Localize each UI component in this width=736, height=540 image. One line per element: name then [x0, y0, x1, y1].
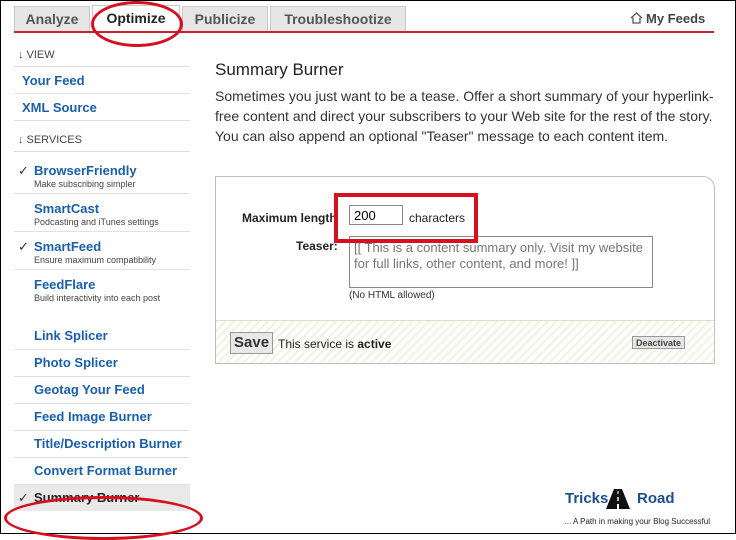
check-icon: ✓ — [18, 490, 29, 505]
sidebar-item-label: Title/Description Burner — [34, 436, 182, 451]
sidebar-item-smartcast[interactable]: SmartCast Podcasting and iTunes settings — [14, 194, 190, 232]
sidebar-item-label: Link Splicer — [34, 328, 108, 343]
sidebar-item-label: Geotag Your Feed — [34, 382, 145, 397]
sidebar-item-label: Convert Format Burner — [34, 463, 178, 478]
page-title: Summary Burner — [215, 60, 344, 79]
tab-underline — [14, 31, 714, 33]
sidebar-item-link-splicer[interactable]: Link Splicer — [14, 323, 190, 350]
watermark-brand-left: Tricks — [565, 490, 609, 507]
teaser-label: Teaser: — [296, 239, 338, 253]
settings-panel: Maximum length characters Teaser: (No HT… — [215, 176, 715, 364]
no-html-note: (No HTML allowed) — [349, 290, 435, 301]
check-icon: ✓ — [18, 239, 29, 254]
watermark-logo: Tricks Road ... A Path in making your Bl… — [535, 486, 715, 530]
sidebar-item-subtitle: Podcasting and iTunes settings — [34, 217, 159, 227]
sidebar-item-summary-burner[interactable]: ✓ Summary Burner — [14, 485, 190, 511]
sidebar-item-xml-source[interactable]: XML Source — [14, 94, 190, 121]
sidebar-item-label: XML Source — [22, 100, 97, 115]
house-icon — [630, 12, 643, 24]
max-length-input[interactable] — [349, 205, 403, 225]
service-status-value: active — [357, 337, 392, 351]
teaser-textarea[interactable] — [349, 236, 653, 288]
sidebar-item-convert-format-burner[interactable]: Convert Format Burner — [14, 458, 190, 485]
sidebar-item-your-feed[interactable]: Your Feed — [14, 67, 190, 94]
my-feeds-label: My Feeds — [646, 11, 706, 26]
services-section-heading: ↓ SERVICES — [14, 129, 190, 152]
sidebar-item-label: BrowserFriendly — [34, 163, 137, 178]
sidebar-item-label: SmartCast — [34, 201, 100, 216]
sidebar-item-title-description-burner[interactable]: Title/Description Burner — [14, 431, 190, 458]
sidebar-item-subtitle: Make subscribing simpler — [34, 179, 136, 189]
view-section-heading: ↓ VIEW — [14, 44, 190, 67]
sidebar-item-label: Summary Burner — [34, 490, 140, 505]
services-heading-label: SERVICES — [26, 134, 82, 146]
road-icon — [606, 489, 630, 509]
sidebar-item-browserfriendly[interactable]: ✓ BrowserFriendly Make subscribing simpl… — [14, 156, 190, 194]
sidebar-item-feed-image-burner[interactable]: Feed Image Burner — [14, 404, 190, 431]
my-feeds-link[interactable]: My Feeds — [630, 11, 705, 26]
arrow-down-icon: ↓ — [18, 134, 24, 146]
sidebar-item-label: Your Feed — [22, 73, 85, 88]
service-status: This service is active — [278, 337, 391, 351]
sidebar-item-smartfeed[interactable]: ✓ SmartFeed Ensure maximum compatibility — [14, 232, 190, 270]
view-heading-label: VIEW — [26, 49, 55, 61]
sidebar-item-feedflare[interactable]: FeedFlare Build interactivity into each … — [14, 270, 190, 307]
sidebar-item-label: SmartFeed — [34, 239, 102, 254]
sidebar-item-geotag[interactable]: Geotag Your Feed — [14, 377, 190, 404]
check-icon: ✓ — [18, 163, 29, 178]
sidebar-item-label: FeedFlare — [34, 277, 96, 292]
save-button[interactable]: Save — [230, 332, 274, 354]
characters-label: characters — [409, 211, 466, 225]
sidebar-item-subtitle: Build interactivity into each post — [34, 293, 161, 303]
sidebar: ↓ VIEW Your Feed XML Source ↓ SERVICES ✓ B… — [14, 44, 190, 511]
sidebar-item-subtitle: Ensure maximum compatibility — [34, 255, 157, 265]
max-length-label: Maximum length — [242, 211, 337, 225]
tab-analyze[interactable]: Analyze — [14, 6, 90, 31]
tab-optimize[interactable]: Optimize — [92, 5, 180, 33]
sidebar-item-photo-splicer[interactable]: Photo Splicer — [14, 350, 190, 377]
tab-publicize[interactable]: Publicize — [182, 6, 268, 31]
deactivate-button[interactable]: Deactivate — [632, 336, 686, 349]
page-description: Sometimes you just want to be a tease. O… — [215, 88, 714, 144]
watermark-tagline: ... A Path in making your Blog Successfu… — [564, 517, 710, 526]
watermark-brand-right: Road — [637, 490, 675, 507]
service-status-prefix: This service is — [278, 337, 358, 351]
sidebar-item-label: Photo Splicer — [34, 355, 118, 370]
tab-troubleshootize[interactable]: Troubleshootize — [270, 6, 406, 31]
arrow-down-icon: ↓ — [18, 49, 24, 61]
sidebar-item-label: Feed Image Burner — [34, 409, 152, 424]
